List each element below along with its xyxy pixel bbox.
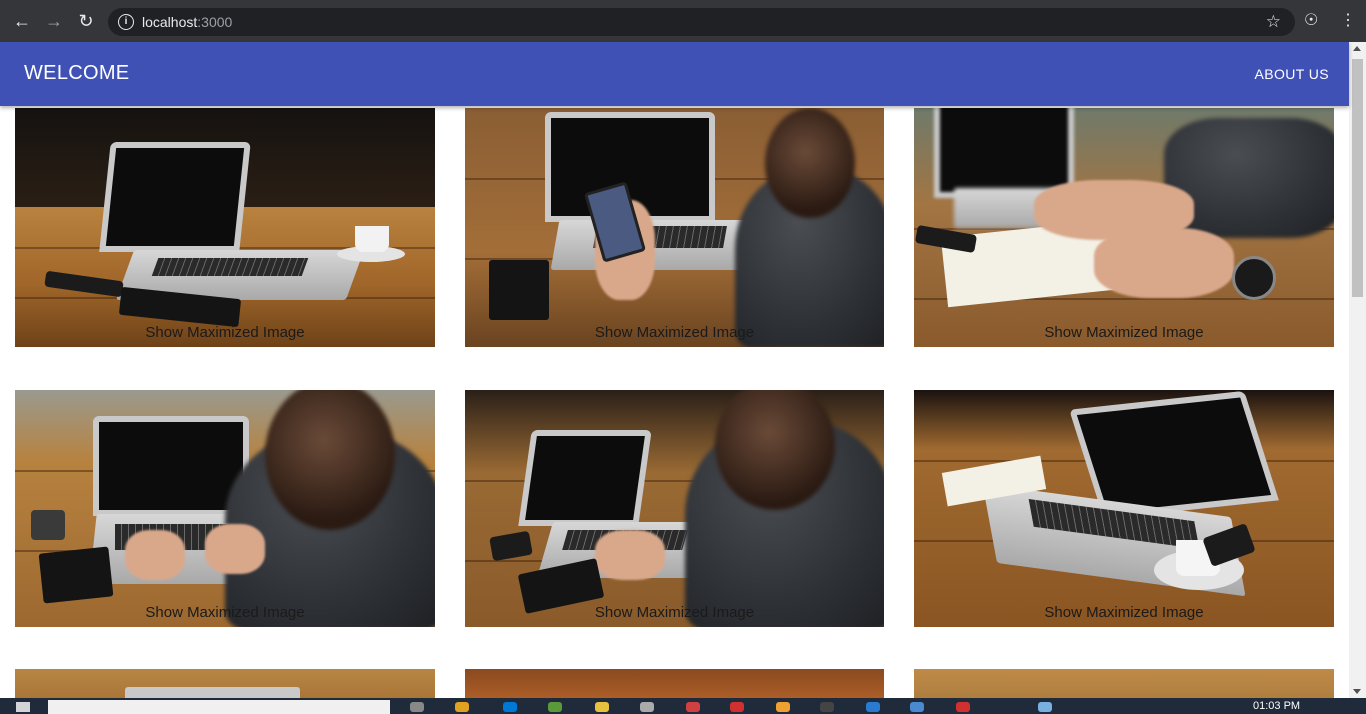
laptop-photo-partial	[125, 687, 300, 698]
gallery-card[interactable]	[914, 669, 1334, 698]
show-maximized-image-link[interactable]: Show Maximized Image	[914, 324, 1334, 341]
browser-toolbar: ← → ↻ i localhost:3000 ☆ ☉ ⋮	[0, 0, 1366, 42]
bookmark-star-icon[interactable]: ☆	[1266, 12, 1281, 32]
writing-photo	[914, 108, 1334, 347]
chrome-icon[interactable]	[730, 702, 744, 712]
app-icon[interactable]	[548, 702, 562, 712]
reload-icon[interactable]: ↻	[76, 11, 96, 31]
laptop-photo	[15, 108, 435, 347]
show-maximized-image-link[interactable]: Show Maximized Image	[465, 324, 884, 341]
gallery-card[interactable]	[465, 669, 884, 698]
address-url[interactable]: localhost:3000	[142, 14, 232, 30]
app-icon[interactable]	[956, 702, 970, 712]
laptop-phone-photo	[465, 108, 884, 347]
gallery-card[interactable]	[15, 669, 435, 698]
task-view-icon[interactable]	[410, 702, 424, 712]
app-icon[interactable]	[776, 702, 790, 712]
network-icon[interactable]	[1038, 702, 1052, 712]
taskbar-clock[interactable]: 01:03 PM	[1253, 700, 1300, 712]
app-header: WELCOME ABOUT US	[0, 42, 1349, 106]
vscode-icon[interactable]	[866, 702, 880, 712]
app-icon[interactable]	[686, 702, 700, 712]
page-scrollbar[interactable]	[1349, 42, 1366, 698]
gallery-card[interactable]: Show Maximized Image	[465, 108, 884, 347]
windows-start-icon[interactable]	[16, 702, 30, 712]
url-port: :3000	[197, 14, 233, 30]
page-title: WELCOME	[24, 62, 130, 84]
folder-icon[interactable]	[595, 702, 609, 712]
app-icon[interactable]	[640, 702, 654, 712]
info-icon[interactable]: i	[118, 14, 134, 30]
os-taskbar: 01:03 PM	[0, 698, 1366, 714]
image-gallery: Show Maximized Image Show Maximized Imag…	[0, 106, 1349, 698]
menu-dots-icon[interactable]: ⋮	[1340, 10, 1356, 30]
incognito-icon[interactable]: ☉	[1304, 10, 1318, 30]
scrollbar-thumb[interactable]	[1352, 59, 1363, 297]
address-bar[interactable]: i localhost:3000 ☆	[108, 8, 1295, 36]
taskbar-search-input[interactable]	[48, 700, 390, 714]
back-arrow-icon[interactable]: ←	[12, 11, 32, 31]
gallery-card[interactable]: Show Maximized Image	[914, 108, 1334, 347]
gallery-card[interactable]: Show Maximized Image	[465, 390, 884, 627]
typing-photo	[15, 390, 435, 627]
file-explorer-icon[interactable]	[455, 702, 469, 712]
typing-side-photo	[465, 390, 884, 627]
show-maximized-image-link[interactable]: Show Maximized Image	[15, 604, 435, 621]
gallery-card[interactable]: Show Maximized Image	[15, 390, 435, 627]
terminal-icon[interactable]	[820, 702, 834, 712]
gallery-card[interactable]: Show Maximized Image	[15, 108, 435, 347]
show-maximized-image-link[interactable]: Show Maximized Image	[465, 604, 884, 621]
show-maximized-image-link[interactable]: Show Maximized Image	[15, 324, 435, 341]
forward-arrow-icon[interactable]: →	[44, 11, 64, 31]
about-us-button[interactable]: ABOUT US	[1254, 66, 1329, 82]
laptop-coffee-photo	[914, 390, 1334, 627]
url-host: localhost	[142, 14, 198, 30]
scroll-down-icon[interactable]	[1353, 689, 1361, 694]
gallery-card[interactable]: Show Maximized Image	[914, 390, 1334, 627]
scroll-up-icon[interactable]	[1353, 46, 1361, 51]
show-maximized-image-link[interactable]: Show Maximized Image	[914, 604, 1334, 621]
app-icon[interactable]	[910, 702, 924, 712]
edge-icon[interactable]	[503, 702, 517, 712]
